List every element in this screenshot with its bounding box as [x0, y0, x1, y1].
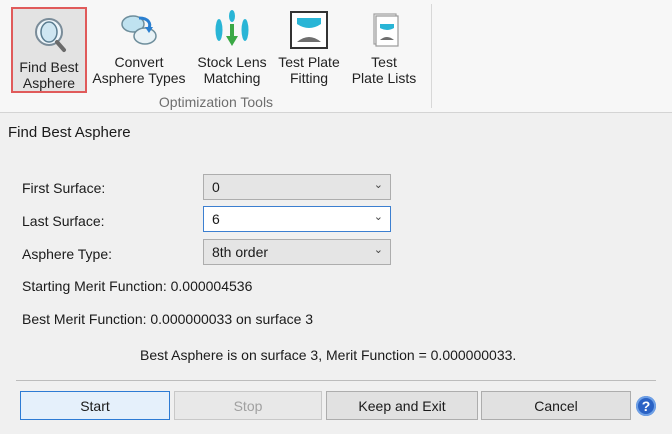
test-plate-lists-button[interactable]: Test Plate Lists [348, 4, 420, 94]
magnifier-lens-icon [29, 11, 69, 59]
chevron-down-icon: ⌄ [373, 179, 383, 191]
last-surface-value: 6 [212, 211, 220, 227]
ribbon-group-separator [431, 4, 432, 108]
test-plate-lists-label-1: Test [371, 54, 397, 70]
starting-merit-text: Starting Merit Function: 0.000004536 [22, 278, 253, 294]
find-best-asphere-label-2: Asphere [22, 75, 76, 91]
ribbon: Find Best Asphere Convert Asphere Types … [0, 0, 672, 113]
best-merit-text: Best Merit Function: 0.000000033 on surf… [22, 311, 314, 327]
stock-lens-matching-button[interactable]: Stock Lens Matching [194, 4, 270, 94]
first-surface-value: 0 [212, 179, 220, 195]
first-surface-label: First Surface: [22, 180, 106, 196]
result-text: Best Asphere is on surface 3, Merit Func… [140, 347, 517, 363]
last-surface-select[interactable]: 6 ⌄ [203, 206, 391, 232]
stock-lens-label-2: Matching [203, 70, 261, 86]
stop-button[interactable]: Stop [174, 391, 322, 420]
cancel-button[interactable]: Cancel [481, 391, 631, 420]
convert-asphere-label-1: Convert [114, 54, 164, 70]
test-plate-fitting-label-2: Fitting [289, 70, 329, 86]
dialog-title: Find Best Asphere [0, 113, 672, 151]
find-best-asphere-label-1: Find Best [19, 59, 79, 75]
asphere-type-select[interactable]: 8th order ⌄ [203, 239, 391, 265]
plate-list-icon [364, 6, 404, 54]
stock-lens-label-1: Stock Lens [197, 54, 267, 70]
find-best-asphere-button[interactable]: Find Best Asphere [11, 7, 87, 93]
stock-lens-icon [210, 6, 254, 54]
asphere-type-value: 8th order [212, 244, 269, 260]
keep-and-exit-button[interactable]: Keep and Exit [326, 391, 478, 420]
divider [16, 380, 656, 381]
ribbon-group-label: Optimization Tools [158, 94, 274, 110]
chevron-down-icon: ⌄ [373, 211, 383, 223]
first-surface-select[interactable]: 0 ⌄ [203, 174, 391, 200]
start-button[interactable]: Start [20, 391, 170, 420]
test-plate-fitting-label-1: Test Plate [278, 54, 340, 70]
chevron-down-icon: ⌄ [373, 244, 383, 256]
asphere-type-label: Asphere Type: [22, 246, 113, 262]
convert-lens-icon [117, 6, 161, 54]
convert-asphere-label-2: Asphere Types [92, 70, 186, 86]
test-plate-lists-label-2: Plate Lists [351, 70, 417, 86]
test-plate-icon [289, 6, 329, 54]
test-plate-fitting-button[interactable]: Test Plate Fitting [274, 4, 344, 94]
last-surface-label: Last Surface: [22, 213, 105, 229]
convert-asphere-types-button[interactable]: Convert Asphere Types [90, 4, 188, 94]
help-icon[interactable]: ? [636, 396, 656, 416]
